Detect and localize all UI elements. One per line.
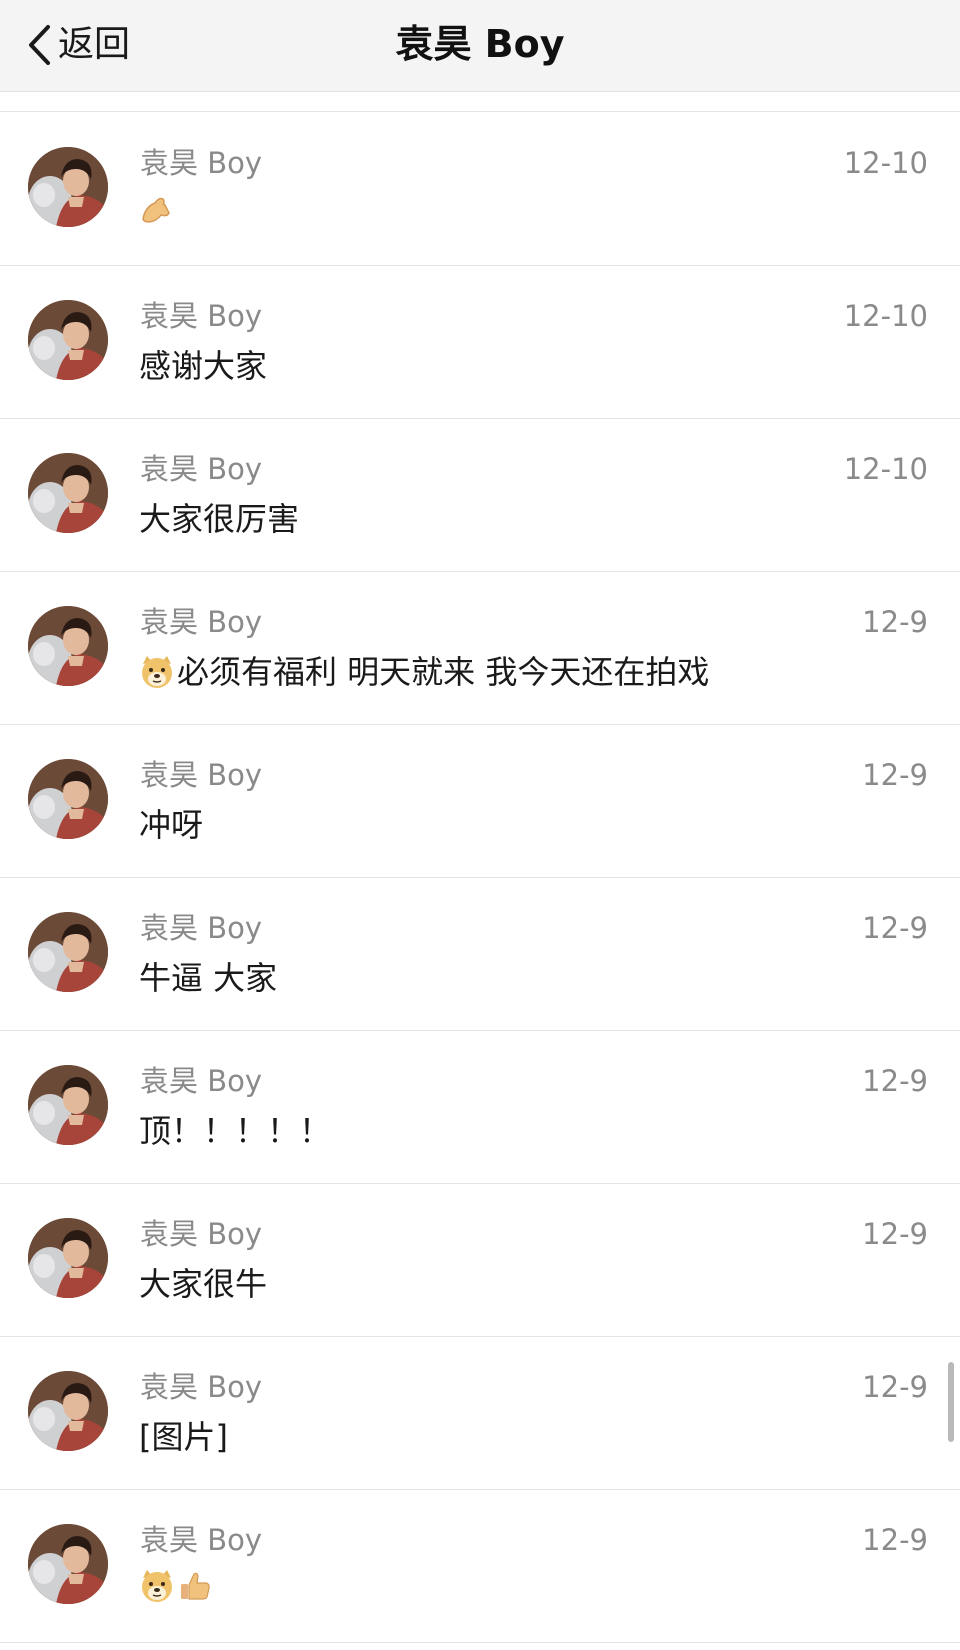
message-text: 必须有福利 明天就来 我今天还在拍戏 — [177, 653, 710, 691]
sender-name: 袁昊 Boy — [140, 911, 263, 945]
avatar[interactable] — [28, 606, 108, 686]
message-time: 12-9 — [862, 1064, 928, 1098]
avatar[interactable] — [28, 1065, 108, 1145]
page-title: 袁昊 Boy — [395, 22, 565, 66]
avatar[interactable] — [28, 1371, 108, 1451]
message-text: 大家很牛 — [139, 1265, 268, 1303]
avatar[interactable] — [28, 147, 108, 227]
message-preview: 牛逼 大家 — [139, 956, 277, 1000]
message-text: 感谢大家 — [139, 347, 268, 385]
sender-name: 袁昊 Boy — [140, 452, 263, 486]
message-text: 顶！！！！！ — [139, 1112, 332, 1150]
sender-name: 袁昊 Boy — [140, 758, 263, 792]
message-row[interactable]: 袁昊 Boy 12-9 顶！！！！！ — [0, 1031, 960, 1184]
message-time: 12-9 — [862, 1217, 928, 1251]
message-time: 12-10 — [843, 452, 928, 486]
list-top-spacer — [0, 92, 960, 112]
message-time: 12-9 — [862, 1370, 928, 1404]
message-row[interactable]: 袁昊 Boy 12-9 冲呀 — [0, 725, 960, 878]
message-text: 牛逼 大家 — [139, 959, 278, 997]
message-time: 12-9 — [862, 1523, 928, 1557]
sender-name: 袁昊 Boy — [140, 605, 263, 639]
sender-name: 袁昊 Boy — [140, 1064, 263, 1098]
message-preview: [图片] — [139, 1415, 228, 1459]
message-text: 大家很厉害 — [139, 500, 300, 538]
message-row[interactable]: 袁昊 Boy 12-9 — [0, 1490, 960, 1643]
message-preview: 大家很牛 — [139, 1262, 267, 1306]
pinching-hand-emoji-icon — [139, 191, 175, 227]
nav-bar: 返回 袁昊 Boy — [0, 0, 960, 92]
sender-name: 袁昊 Boy — [140, 299, 263, 333]
doge-emoji-icon — [139, 654, 175, 690]
message-row[interactable]: 袁昊 Boy 12-10 感谢大家 — [0, 266, 960, 419]
scrollbar[interactable] — [948, 1362, 954, 1442]
avatar[interactable] — [28, 453, 108, 533]
message-row[interactable]: 袁昊 Boy 12-9 牛逼 大家 — [0, 878, 960, 1031]
message-preview — [139, 191, 177, 227]
message-preview: 顶！！！！！ — [139, 1109, 331, 1153]
message-preview: 冲呀 — [139, 803, 203, 847]
message-time: 12-10 — [843, 146, 928, 180]
message-row[interactable]: 袁昊 Boy 12-10 — [0, 113, 960, 266]
message-time: 12-9 — [862, 605, 928, 639]
message-text: 冲呀 — [139, 806, 204, 844]
message-row[interactable]: 袁昊 Boy 12-9 [图片] — [0, 1337, 960, 1490]
message-row[interactable]: 袁昊 Boy 12-9 大家很牛 — [0, 1184, 960, 1337]
message-preview: 大家很厉害 — [139, 497, 299, 541]
message-preview — [139, 1568, 215, 1604]
sender-name: 袁昊 Boy — [140, 1370, 263, 1404]
message-text: [图片] — [139, 1418, 228, 1456]
sender-name: 袁昊 Boy — [140, 146, 263, 180]
message-preview: 感谢大家 — [139, 344, 267, 388]
message-preview: 必须有福利 明天就来 我今天还在拍戏 — [139, 650, 709, 694]
sender-name: 袁昊 Boy — [140, 1523, 263, 1557]
message-row[interactable]: 袁昊 Boy 12-9 必须有福利 明天就来 我今天还在拍戏 — [0, 572, 960, 725]
avatar[interactable] — [28, 1218, 108, 1298]
chat-history-screen: 返回 袁昊 Boy 袁昊 Boy 12-10 袁昊 Boy 12-10 感谢大家… — [0, 0, 960, 1650]
avatar[interactable] — [28, 759, 108, 839]
thumbs-up-emoji-icon — [177, 1568, 213, 1604]
sender-name: 袁昊 Boy — [140, 1217, 263, 1251]
avatar[interactable] — [28, 300, 108, 380]
message-row[interactable]: 袁昊 Boy 12-10 大家很厉害 — [0, 419, 960, 572]
message-time: 12-9 — [862, 758, 928, 792]
message-list[interactable]: 袁昊 Boy 12-10 袁昊 Boy 12-10 感谢大家 袁昊 Boy 12… — [0, 113, 960, 1643]
avatar[interactable] — [28, 1524, 108, 1604]
message-time: 12-9 — [862, 911, 928, 945]
doge-emoji-icon — [139, 1568, 175, 1604]
message-time: 12-10 — [843, 299, 928, 333]
avatar[interactable] — [28, 912, 108, 992]
